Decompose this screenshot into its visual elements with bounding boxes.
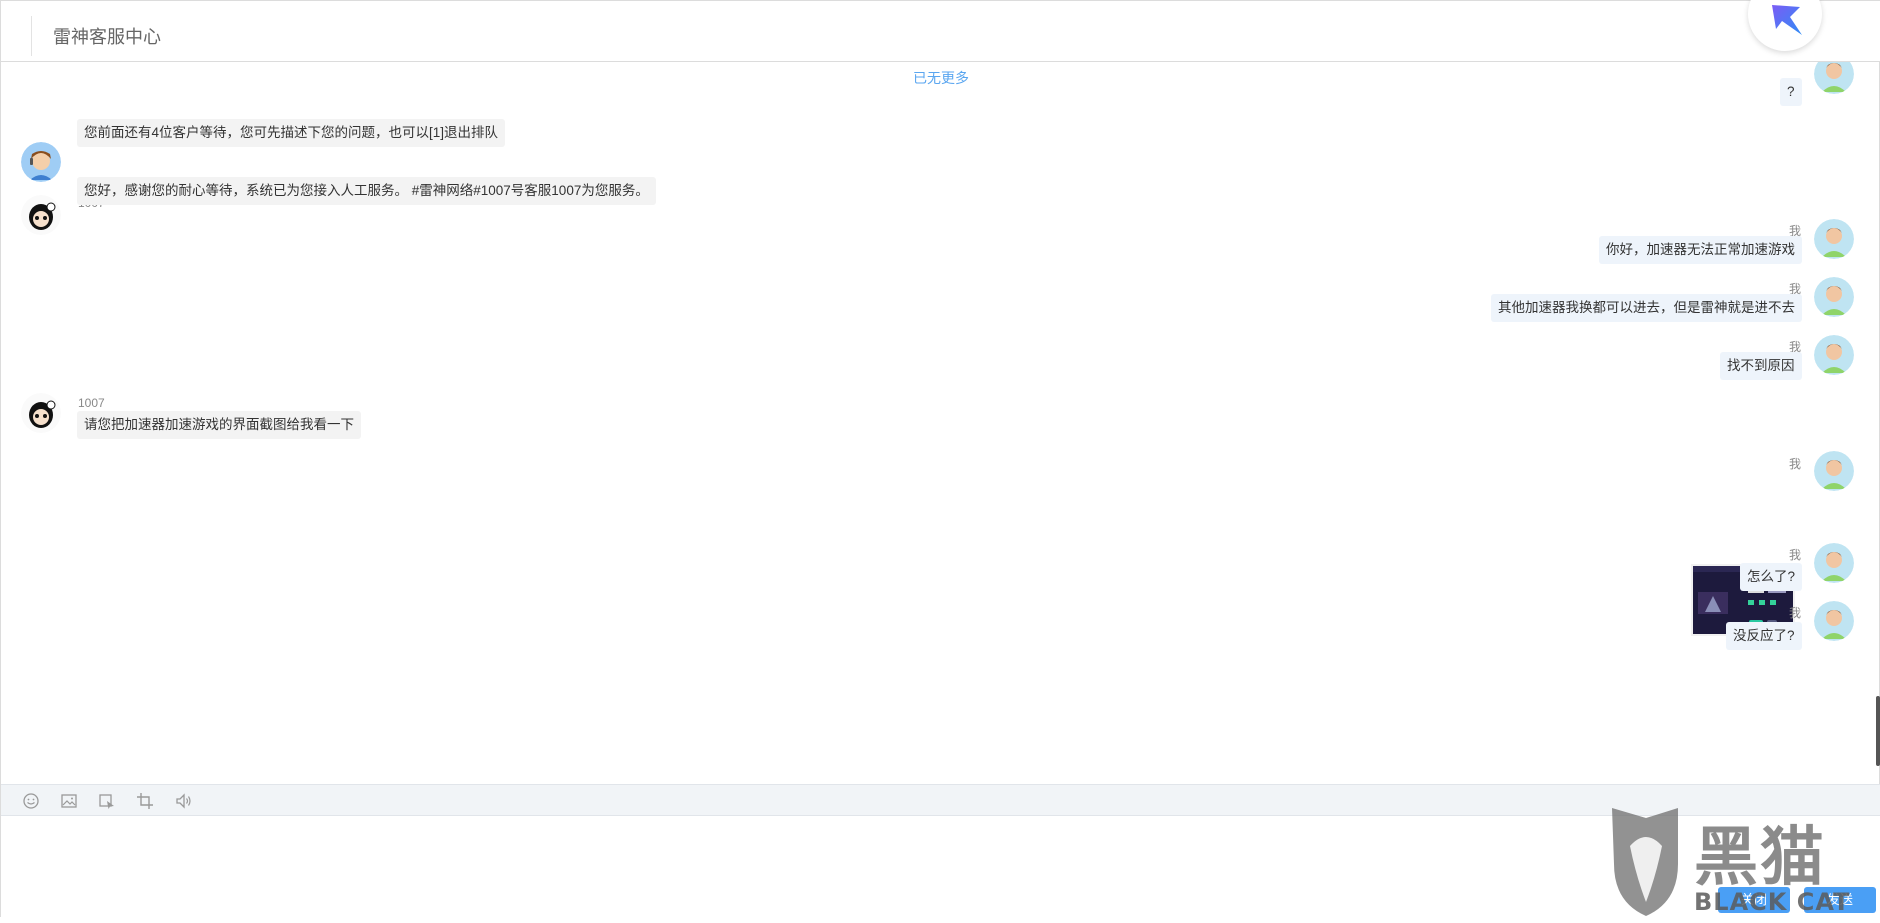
user-avatar [1814, 601, 1854, 641]
chat-scrollbar[interactable] [1876, 696, 1880, 766]
message-bubble: 没反应了? [1726, 622, 1802, 650]
agent-1007-avatar [21, 393, 61, 433]
header: 雷神客服中心 [1, 1, 1880, 62]
no-more-label[interactable]: 已无更多 [1, 68, 1880, 88]
message-bubble: 请您把加速器加速游戏的界面截图给我看一下 [77, 411, 361, 439]
emoji-icon[interactable] [22, 792, 40, 810]
page-title: 雷神客服中心 [53, 27, 161, 47]
user-avatar [1814, 335, 1854, 375]
crop-icon[interactable] [136, 792, 154, 810]
message-bubble: 找不到原因 [1720, 352, 1802, 380]
agent-1007-avatar [21, 195, 61, 235]
message-input[interactable] [1, 816, 1880, 918]
image-icon[interactable] [60, 792, 78, 810]
watermark-brand: 黑猫 [1694, 821, 1826, 895]
input-toolbar [1, 784, 1880, 816]
user-avatar [1814, 62, 1854, 94]
user-avatar [1814, 219, 1854, 259]
screenshot-icon[interactable] [98, 792, 116, 810]
message-bubble: ? [1780, 78, 1802, 106]
watermark-brand-en: BLACK CAT [1694, 888, 1851, 916]
message-bubble: 您好，感谢您的耐心等待，系统已为您接入人工服务。 #雷神网络#1007号客服10… [77, 177, 656, 205]
volume-icon[interactable] [174, 792, 192, 810]
sender-name: 1007 [78, 396, 105, 410]
user-avatar [1814, 543, 1854, 583]
sender-name: 我 [1789, 606, 1802, 620]
message-bubble: 怎么了? [1740, 563, 1803, 591]
user-avatar [1814, 451, 1854, 491]
thunder-logo-icon[interactable] [1748, 0, 1822, 51]
agent-avatar [21, 142, 61, 182]
chat-history[interactable]: 已无更多 ? 您前面还有4位客户等待，您可先描述下您的问题，也可以[1]退出排队… [1, 62, 1880, 784]
chat-window: 雷神客服中心 已无更多 ? 您前面还有4位客户等待，您可先描述下您的问题，也可以… [0, 0, 1880, 918]
sender-name: 我 [1789, 457, 1802, 471]
message-bubble: 您前面还有4位客户等待，您可先描述下您的问题，也可以[1]退出排队 [77, 119, 506, 147]
message-input-area[interactable] [1, 816, 1880, 918]
blackcat-watermark: 黑猫 BLACK CAT [1606, 806, 1880, 918]
user-avatar [1814, 277, 1854, 317]
message-bubble: 其他加速器我换都可以进去，但是雷神就是进不去 [1491, 294, 1802, 322]
sender-name: 我 [1789, 548, 1802, 562]
header-divider [31, 16, 32, 56]
message-bubble: 你好，加速器无法正常加速游戏 [1599, 236, 1802, 264]
